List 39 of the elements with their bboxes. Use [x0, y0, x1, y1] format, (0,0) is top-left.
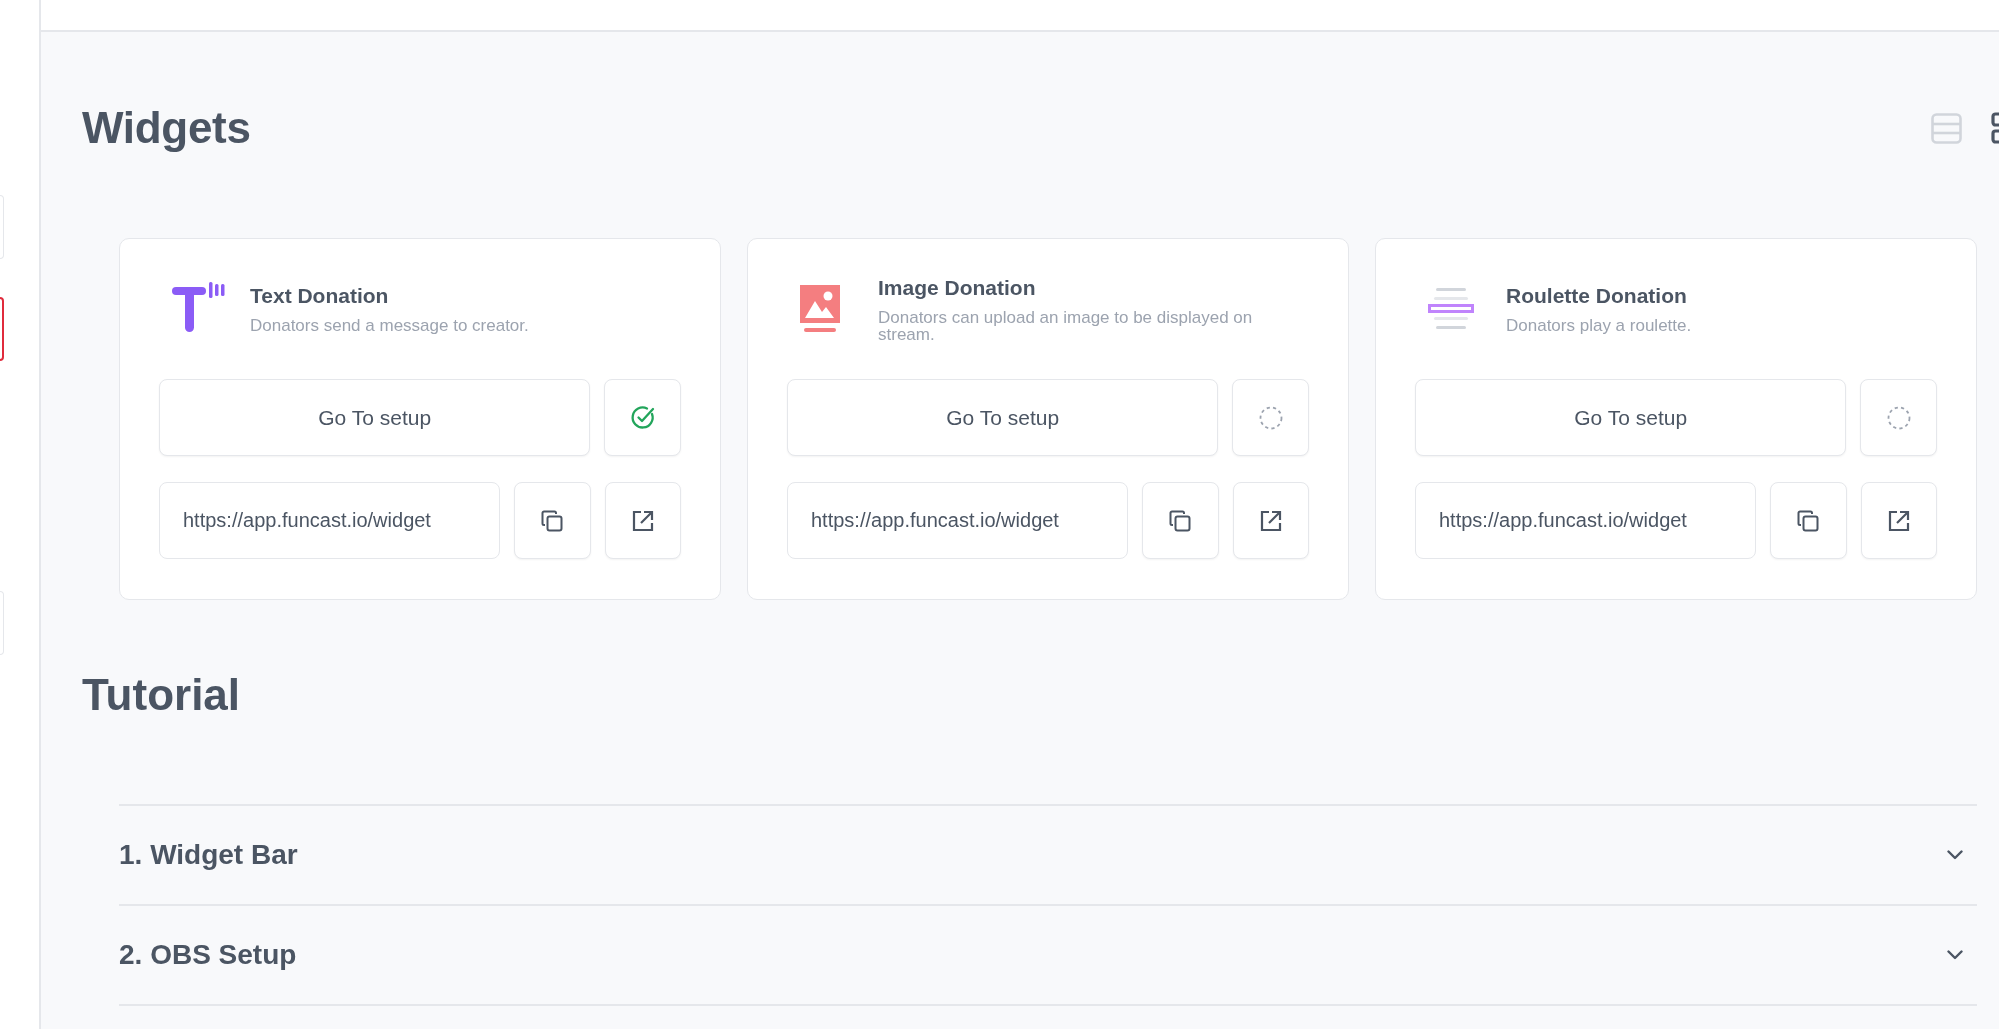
open-link-button[interactable] — [1232, 482, 1309, 559]
widget-description: Donators send a message to creator. — [250, 317, 529, 334]
section-title: Widgets — [82, 103, 252, 153]
url-field[interactable]: https://app.funcast.io/widget — [787, 482, 1129, 559]
external-link-icon — [1259, 509, 1282, 532]
section-title: Tutorial — [82, 669, 242, 721]
copy-icon — [541, 509, 564, 532]
copy-icon — [1797, 509, 1820, 532]
url-field[interactable]: https://app.funcast.io/widget — [1415, 482, 1757, 559]
sidebar-item[interactable] — [0, 297, 4, 361]
status-button[interactable] — [1860, 379, 1937, 456]
chevron-down-icon — [1947, 950, 1963, 960]
roulette-icon — [1428, 288, 1474, 330]
accordion-item[interactable]: 2. OBS Setup — [119, 904, 1977, 1006]
copy-button[interactable] — [1142, 482, 1219, 559]
url-field[interactable]: https://app.funcast.io/widget — [159, 482, 501, 559]
external-link-icon — [631, 509, 654, 532]
open-link-button[interactable] — [604, 482, 681, 559]
setup-button[interactable]: Go To setup — [159, 379, 591, 456]
widget-title: Roulette Donation — [1506, 284, 1688, 308]
copy-icon — [1169, 509, 1192, 532]
copy-button[interactable] — [1770, 482, 1847, 559]
picture-icon — [800, 285, 842, 333]
copy-button[interactable] — [514, 482, 591, 559]
setup-button[interactable]: Go To setup — [1415, 379, 1847, 456]
list-view-icon[interactable] — [1931, 112, 1962, 144]
widget-title: Text Donation — [250, 284, 390, 308]
status-button[interactable] — [604, 379, 681, 456]
chevron-down-icon — [1947, 850, 1963, 860]
accordion-title: 1. Widget Bar — [119, 839, 299, 871]
widget-description: Donators can upload an image to be displayed on stream. — [878, 308, 1254, 343]
accordion-title: 2. OBS Setup — [119, 939, 298, 971]
status-button[interactable] — [1232, 379, 1309, 456]
widget-title: Image Donation — [878, 275, 1037, 300]
open-link-button[interactable] — [1860, 482, 1937, 559]
setup-button[interactable]: Go To setup — [787, 379, 1219, 456]
accordion-item[interactable]: 1. Widget Bar — [119, 804, 1977, 904]
widget-description: Donators play a roulette. — [1506, 317, 1692, 334]
external-link-icon — [1887, 509, 1910, 532]
